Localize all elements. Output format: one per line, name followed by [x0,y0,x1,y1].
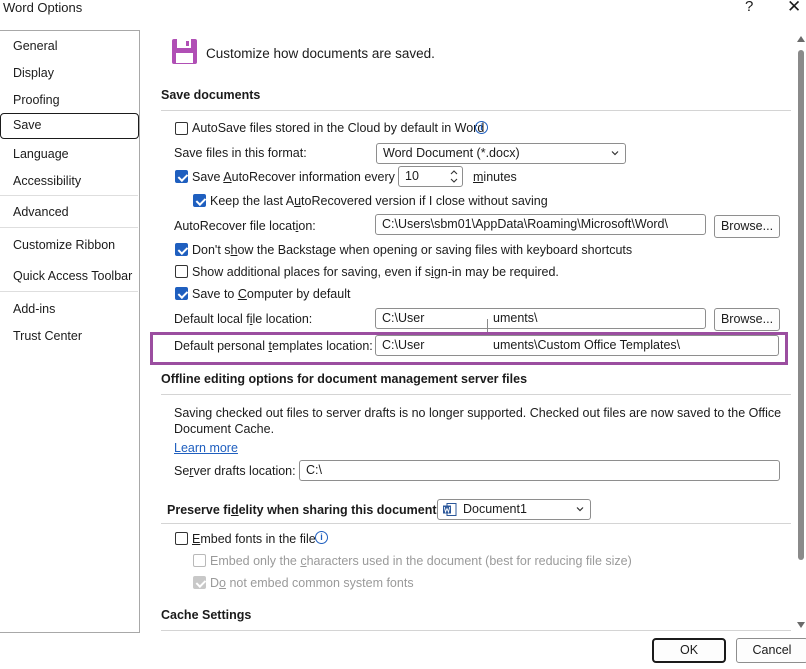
dont-show-backstage-checkbox[interactable] [175,243,188,256]
embed-only-used-checkbox[interactable] [193,554,206,567]
sidebar-item-language[interactable]: Language [13,147,69,161]
default-local-location-field[interactable]: C:\User uments\ [375,308,706,329]
save-format-label: Save files in this format: [174,146,307,160]
sidebar-item-trust-center[interactable]: Trust Center [13,329,82,343]
info-icon[interactable]: i [475,121,488,134]
sidebar-item-customize-ribbon[interactable]: Customize Ribbon [13,238,115,252]
autorecover-location-field[interactable]: C:\Users\sbm01\AppData\Roaming\Microsoft… [375,214,706,235]
sidebar-divider [0,195,138,196]
sidebar-divider [0,227,138,228]
sidebar-item-display[interactable]: Display [13,66,54,80]
fidelity-document-value: Document1 [463,502,527,516]
do-not-embed-common-label: Do not embed common system fonts [210,576,414,590]
autorecover-label: Save AutoRecover information every [192,170,395,184]
default-local-browse-button[interactable]: Browse... [714,308,780,331]
section-rule [161,630,791,631]
autorecover-unit: minutes [473,170,517,184]
sidebar-item-proofing[interactable]: Proofing [13,93,60,107]
autorecover-checkbox[interactable] [175,170,188,183]
save-to-computer-checkbox[interactable] [175,287,188,300]
show-additional-places-checkbox[interactable] [175,265,188,278]
section-rule [161,523,791,524]
word-document-icon [443,503,457,516]
autorecover-browse-button[interactable]: Browse... [714,215,780,238]
autosave-cloud-checkbox[interactable] [175,122,188,135]
default-local-value-end: uments\ [493,311,538,325]
section-heading-offline-editing: Offline editing options for document man… [161,372,528,386]
keep-last-autorecovered-checkbox[interactable] [193,194,206,207]
title-bar: Word Options ? ✕ [0,0,806,18]
embed-only-used-label: Embed only the characters used in the do… [210,554,632,568]
spinner-arrows-icon[interactable] [450,169,458,184]
section-heading-cache-settings: Cache Settings [161,608,252,622]
save-format-value: Word Document (*.docx) [383,146,520,160]
default-local-location-label: Default local file location: [174,312,313,326]
autorecover-minutes-value: 10 [405,169,419,183]
sidebar-item-advanced[interactable]: Advanced [13,205,69,219]
help-button[interactable]: ? [745,0,753,15]
save-format-dropdown[interactable]: Word Document (*.docx) [376,143,626,164]
ok-button[interactable]: OK [652,638,726,663]
close-button[interactable]: ✕ [787,0,801,17]
section-rule [161,394,791,395]
cancel-button[interactable]: Cancel [736,638,806,663]
scroll-up-arrow-icon[interactable] [797,36,805,42]
embed-fonts-label: Embed fonts in the file [192,532,316,546]
templates-location-highlight [150,332,788,365]
scroll-down-arrow-icon[interactable] [797,622,805,628]
default-local-value-start: C:\User [382,311,425,325]
window-title: Word Options [3,0,83,15]
dont-show-backstage-label: Don't show the Backstage when opening or… [192,243,633,257]
section-heading-save-documents: Save documents [161,88,261,102]
vertical-scrollbar[interactable] [796,30,806,633]
section-heading-preserve-fidelity: Preserve fidelity when sharing this docu… [167,503,441,517]
embed-fonts-checkbox[interactable] [175,532,188,545]
floppy-disk-icon [172,39,197,64]
sidebar-item-accessibility[interactable]: Accessibility [13,174,81,188]
sidebar-item-quick-access-toolbar[interactable]: Quick Access Toolbar [13,269,132,283]
offline-note: Saving checked out files to server draft… [174,406,782,420]
autorecover-location-label: AutoRecover file location: [174,219,316,233]
keep-last-autorecovered-label: Keep the last AutoRecovered version if I… [210,194,548,208]
page-header-text: Customize how documents are saved. [206,46,435,61]
sidebar-item-save[interactable]: Save [0,113,139,139]
section-rule [161,110,791,111]
info-icon[interactable]: i [315,531,328,544]
offline-note-line2: Document Cache. [174,422,275,436]
save-to-computer-label: Save to Computer by default [192,287,351,301]
sidebar-divider [0,291,138,292]
server-drafts-field[interactable]: C:\ [299,460,780,481]
sidebar-item-general[interactable]: General [13,39,57,53]
fidelity-document-dropdown[interactable]: Document1 [437,499,591,520]
autorecover-minutes-stepper[interactable]: 10 [398,166,463,187]
show-additional-places-label: Show additional places for saving, even … [192,265,559,279]
learn-more-link[interactable]: Learn more [174,441,238,455]
server-drafts-label: Server drafts location: [174,464,296,478]
chevron-down-icon [611,151,619,156]
autosave-cloud-label: AutoSave files stored in the Cloud by de… [192,121,485,135]
scrollbar-thumb[interactable] [798,50,804,560]
sidebar-item-add-ins[interactable]: Add-ins [13,302,55,316]
chevron-down-icon [576,507,584,512]
options-sidebar: General Display Proofing Save Language A… [0,30,140,633]
do-not-embed-common-checkbox[interactable] [193,576,206,589]
